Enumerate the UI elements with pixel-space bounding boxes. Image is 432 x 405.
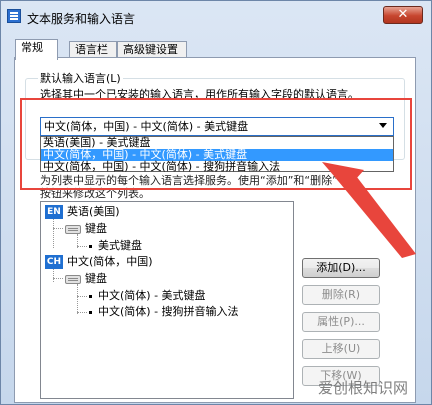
tree-category-label: 键盘 <box>85 222 107 235</box>
tree-item[interactable]: 中文(简体) - 搜狗拼音输入法 <box>89 304 239 319</box>
default-language-dropdown: 英语(美国) - 美式键盘 中文(简体，中国) - 中文(简体) - 美式键盘 … <box>40 136 394 173</box>
properties-button[interactable]: 属性(P)... <box>302 312 380 332</box>
installed-services-tree[interactable]: EN 英语(美国) 键盘 美式键盘 CH 中文(简体，中国) 键盘 中文(简体) -… <box>40 201 294 399</box>
add-button[interactable]: 添加(D)... <box>302 258 380 278</box>
default-language-select[interactable]: 中文(简体，中国) - 中文(简体) - 美式键盘 <box>40 117 394 136</box>
tree-language-english[interactable]: EN 英语(美国) <box>45 204 120 219</box>
bullet-icon <box>89 244 92 248</box>
move-up-button[interactable]: 上移(U) <box>302 339 380 359</box>
tree-language-chinese[interactable]: CH 中文(简体，中国) <box>45 254 153 269</box>
tab-advanced-key-settings[interactable]: 高级键设置 <box>117 41 187 58</box>
tree-item-label: 中文(简体) - 搜狗拼音输入法 <box>98 305 239 318</box>
dropdown-option-chinese-sogou[interactable]: 中文(简体，中国) - 中文(简体) - 搜狗拼音输入法 <box>41 161 393 173</box>
tab-general[interactable]: 常规 <box>15 39 58 60</box>
tree-item-label: 中文(简体) - 美式键盘 <box>98 289 206 302</box>
default-language-label: 默认输入语言(L) <box>38 70 123 86</box>
tab-language-bar[interactable]: 语言栏 <box>69 41 117 58</box>
tree-language-label: 英语(美国) <box>67 205 120 218</box>
title-bar[interactable]: 文本服务和输入语言 ✕ <box>1 1 431 31</box>
tree-item-label: 美式键盘 <box>98 239 142 252</box>
window-title: 文本服务和输入语言 <box>27 12 136 26</box>
language-badge-icon: EN <box>45 205 63 219</box>
text-services-icon <box>7 9 21 23</box>
tree-category-label: 键盘 <box>85 272 107 285</box>
bullet-icon <box>89 294 92 298</box>
tree-language-label: 中文(简体，中国) <box>67 255 153 268</box>
tree-category-keyboard[interactable]: 键盘 <box>65 221 107 236</box>
language-badge-icon: CH <box>45 255 63 269</box>
watermark-text: 爱创根知识网 <box>318 379 409 397</box>
tree-item[interactable]: 美式键盘 <box>89 238 142 253</box>
tree-item[interactable]: 中文(简体) - 美式键盘 <box>89 288 206 303</box>
bullet-icon <box>89 310 92 314</box>
remove-button[interactable]: 删除(R) <box>302 285 380 305</box>
keyboard-icon <box>65 274 81 284</box>
chevron-down-icon[interactable] <box>379 123 387 128</box>
keyboard-icon <box>65 224 81 234</box>
close-button[interactable]: ✕ <box>383 6 423 24</box>
default-language-selected-value: 中文(简体，中国) - 中文(简体) - 美式键盘 <box>41 119 252 134</box>
tree-category-keyboard[interactable]: 键盘 <box>65 271 107 286</box>
